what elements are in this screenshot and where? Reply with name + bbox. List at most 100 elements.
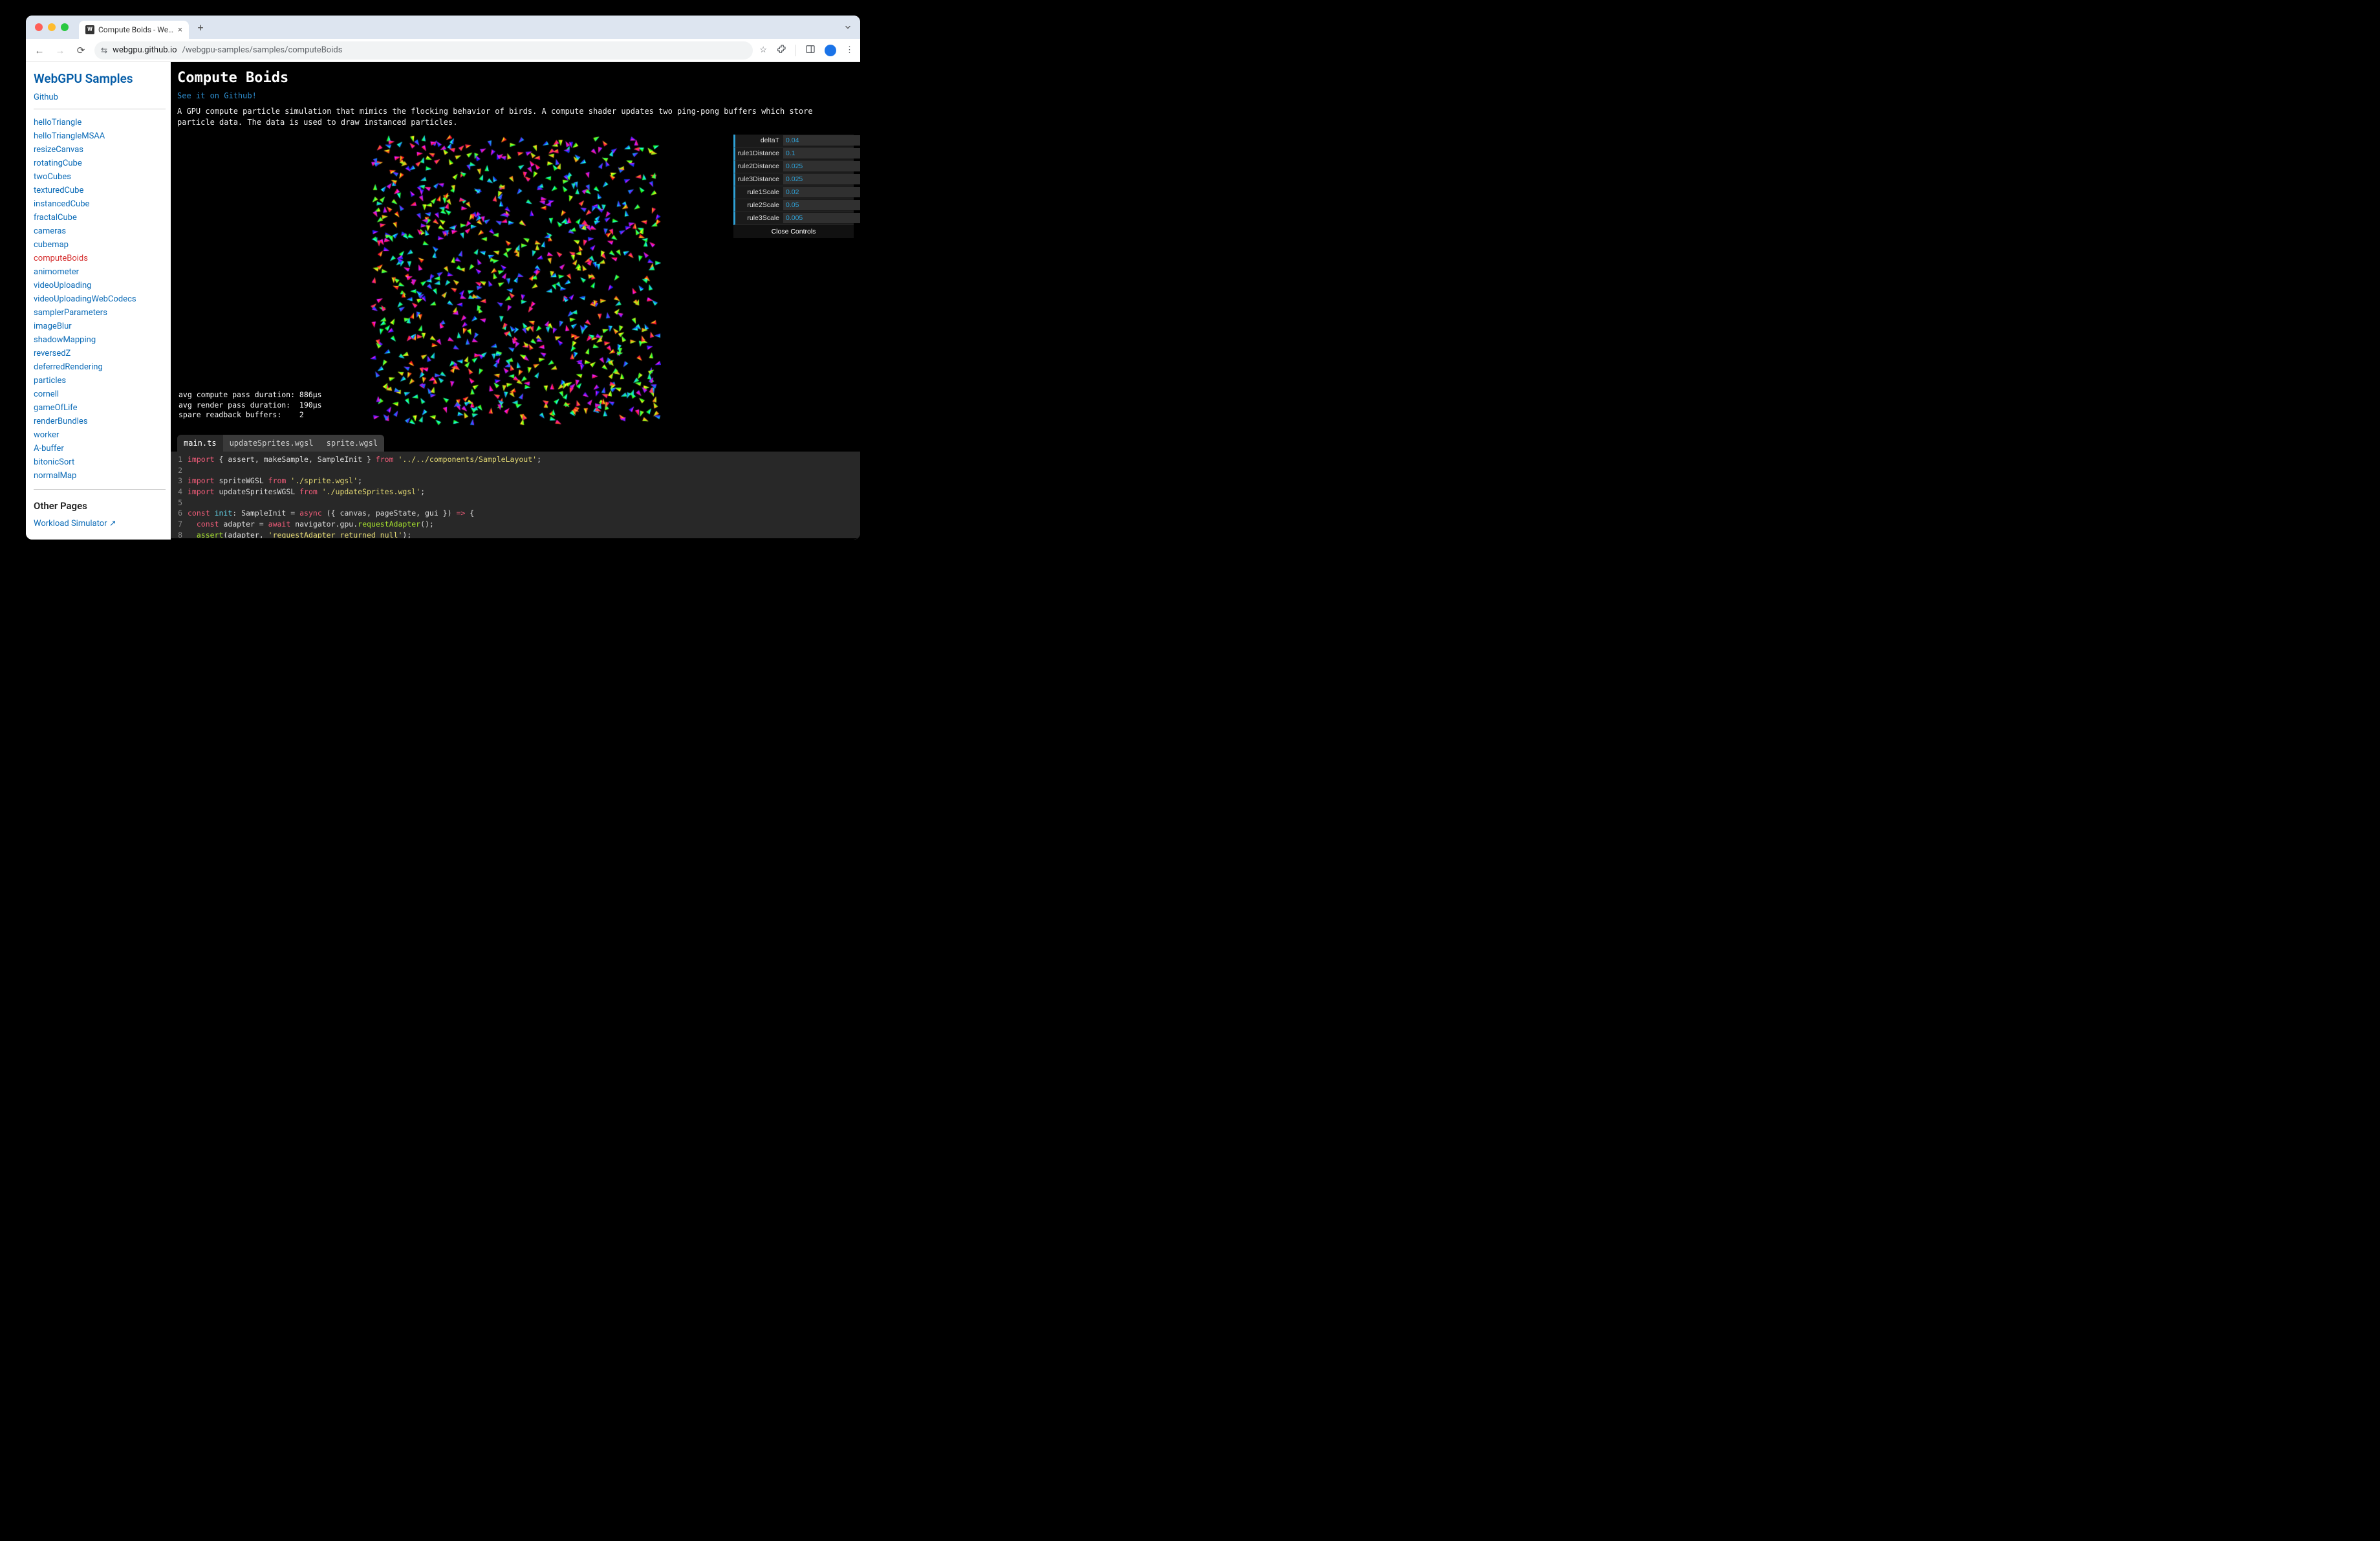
code-line: 4import updateSpritesWGSL from './update…: [171, 486, 860, 497]
sidebar-item-animometer[interactable]: animometer: [34, 265, 166, 279]
sidebar-item-samplerParameters[interactable]: samplerParameters: [34, 306, 166, 320]
gui-value-input[interactable]: [783, 148, 860, 158]
close-controls-button[interactable]: Close Controls: [733, 225, 854, 238]
gui-row-rule1Scale: rule1Scale: [733, 186, 854, 199]
sidebar-item-A-buffer[interactable]: A-buffer: [34, 442, 166, 455]
favicon-icon: W: [85, 25, 94, 34]
code-section: main.tsupdateSprites.wgslsprite.wgsl 1im…: [171, 435, 860, 540]
gui-value-input[interactable]: [783, 200, 860, 210]
sidebar-item-fractalCube[interactable]: fractalCube: [34, 211, 166, 224]
sidebar-item-videoUploadingWebCodecs[interactable]: videoUploadingWebCodecs: [34, 292, 166, 306]
back-button[interactable]: ←: [32, 45, 47, 56]
sidebar-item-shadowMapping[interactable]: shadowMapping: [34, 333, 166, 347]
simulation-canvas: [370, 135, 661, 426]
code-line: 1import { assert, makeSample, SampleInit…: [171, 454, 860, 465]
bookmark-icon[interactable]: ☆: [759, 45, 767, 55]
extensions-icon[interactable]: [776, 44, 786, 57]
other-pages-heading: Other Pages: [34, 500, 166, 512]
sidebar-item-resizeCanvas[interactable]: resizeCanvas: [34, 143, 166, 157]
gui-label: rule2Distance: [735, 162, 783, 170]
close-tab-icon[interactable]: ×: [178, 25, 182, 35]
sidebar-item-normalMap[interactable]: normalMap: [34, 469, 166, 483]
window-controls: [35, 23, 69, 31]
gui-value-input[interactable]: [783, 174, 860, 184]
toolbar: ← → ⟳ ⇆ webgpu.github.io/webgpu-samples/…: [26, 39, 860, 62]
sidebar-item-computeBoids[interactable]: computeBoids: [34, 252, 166, 265]
tab-strip: W Compute Boids - WebGPU S… × +: [26, 16, 860, 39]
sidebar-item-renderBundles[interactable]: renderBundles: [34, 415, 166, 428]
sidebar-item-instancedCube[interactable]: instancedCube: [34, 197, 166, 211]
canvas-wrap: avg compute pass duration: 886µs avg ren…: [177, 135, 854, 426]
sidebar-item-twoCubes[interactable]: twoCubes: [34, 170, 166, 184]
profile-avatar[interactable]: [825, 45, 836, 56]
sidebar-item-bitonicSort[interactable]: bitonicSort: [34, 455, 166, 469]
sidebar-item-gameOfLife[interactable]: gameOfLife: [34, 401, 166, 415]
site-info-icon[interactable]: ⇆: [101, 46, 107, 55]
page-description: A GPU compute particle simulation that m…: [177, 106, 854, 128]
other-pages-list: Workload Simulator ↗: [34, 517, 166, 530]
reload-button[interactable]: ⟳: [74, 45, 88, 56]
address-bar[interactable]: ⇆ webgpu.github.io/webgpu-samples/sample…: [94, 41, 753, 60]
gui-label: rule1Distance: [735, 149, 783, 157]
tab-title: Compute Boids - WebGPU S…: [98, 25, 174, 34]
url-domain: webgpu.github.io: [113, 45, 177, 55]
gui-label: rule3Scale: [735, 214, 783, 222]
tabs-menu-icon[interactable]: [841, 20, 855, 34]
sidebar-item-rotatingCube[interactable]: rotatingCube: [34, 157, 166, 170]
main-panel: Compute Boids See it on Github! A GPU co…: [171, 62, 860, 540]
gui-row-rule3Scale: rule3Scale: [733, 212, 854, 225]
gui-value-input[interactable]: [783, 213, 860, 223]
url-path: /webgpu-samples/samples/computeBoids: [182, 45, 343, 55]
code-line: 3import spriteWGSL from './sprite.wgsl';: [171, 475, 860, 486]
sidebar-item-helloTriangle[interactable]: helloTriangle: [34, 116, 166, 129]
sidebar-item-texturedCube[interactable]: texturedCube: [34, 184, 166, 197]
gui-row-rule2Scale: rule2Scale: [733, 199, 854, 212]
menu-icon[interactable]: ⋮: [845, 45, 854, 55]
gui-label: rule3Distance: [735, 175, 783, 183]
browser-tab[interactable]: W Compute Boids - WebGPU S… ×: [79, 21, 189, 39]
sidebar-item-cubemap[interactable]: cubemap: [34, 238, 166, 252]
code-line: 2: [171, 465, 860, 476]
page-title: Compute Boids: [177, 70, 854, 86]
code-body[interactable]: 1import { assert, makeSample, SampleInit…: [171, 452, 860, 538]
sidebar-item-reversedZ[interactable]: reversedZ: [34, 347, 166, 360]
sidebar-item-cameras[interactable]: cameras: [34, 224, 166, 238]
code-tab[interactable]: updateSprites.wgsl: [223, 435, 320, 452]
sidebar-item-imageBlur[interactable]: imageBlur: [34, 320, 166, 333]
maximize-window-icon[interactable]: [61, 23, 69, 31]
gui-label: rule2Scale: [735, 201, 783, 209]
see-on-github-link[interactable]: See it on Github!: [177, 91, 257, 100]
forward-button[interactable]: →: [53, 45, 67, 56]
sidebar-item-particles[interactable]: particles: [34, 374, 166, 388]
code-tabs: main.tsupdateSprites.wgslsprite.wgsl: [177, 435, 384, 452]
gui-row-deltaT: deltaT: [733, 135, 854, 148]
minimize-window-icon[interactable]: [48, 23, 56, 31]
code-line: 7 const adapter = await navigator.gpu.re…: [171, 519, 860, 530]
code-tab[interactable]: sprite.wgsl: [320, 435, 384, 452]
gui-value-input[interactable]: [783, 135, 860, 146]
page-content: WebGPU Samples Github helloTrianglehello…: [26, 62, 860, 540]
other-page-link[interactable]: Workload Simulator ↗: [34, 517, 166, 530]
gui-row-rule3Distance: rule3Distance: [733, 173, 854, 186]
close-window-icon[interactable]: [35, 23, 43, 31]
gui-label: rule1Scale: [735, 188, 783, 196]
side-panel-icon[interactable]: [805, 44, 816, 57]
github-link[interactable]: Github: [34, 93, 58, 102]
code-line: 6const init: SampleInit = async ({ canva…: [171, 508, 860, 519]
sidebar: WebGPU Samples Github helloTrianglehello…: [26, 62, 171, 540]
sidebar-item-videoUploading[interactable]: videoUploading: [34, 279, 166, 292]
new-tab-button[interactable]: +: [193, 19, 208, 35]
sidebar-item-worker[interactable]: worker: [34, 428, 166, 442]
gui-value-input[interactable]: [783, 161, 860, 171]
code-line: 8 assert(adapter, 'requestAdapter return…: [171, 530, 860, 538]
sidebar-item-cornell[interactable]: cornell: [34, 388, 166, 401]
controls-panel: deltaTrule1Distance rule2Distance rule3Dis…: [733, 135, 854, 238]
code-tab[interactable]: main.ts: [177, 435, 223, 452]
sidebar-item-deferredRendering[interactable]: deferredRendering: [34, 360, 166, 374]
gui-value-input[interactable]: [783, 187, 860, 197]
site-title: WebGPU Samples: [34, 71, 166, 86]
browser-window: W Compute Boids - WebGPU S… × + ← → ⟳ ⇆ …: [26, 16, 860, 540]
nav-list: helloTrianglehelloTriangleMSAAresizeCanv…: [34, 116, 166, 483]
sidebar-item-helloTriangleMSAA[interactable]: helloTriangleMSAA: [34, 129, 166, 143]
gui-row-rule1Distance: rule1Distance: [733, 148, 854, 160]
